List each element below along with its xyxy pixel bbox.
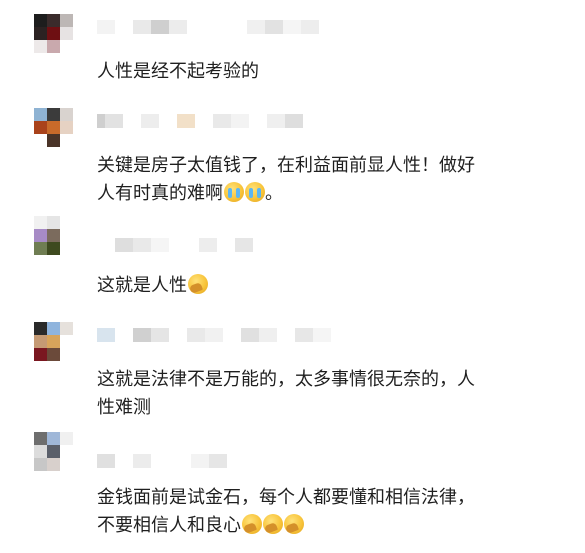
username-redacted[interactable] xyxy=(97,16,319,38)
comment-body: 这就是法律不是万能的，太多事情很无奈的，人 性难测 xyxy=(97,369,475,418)
username-redacted[interactable] xyxy=(97,450,227,472)
comment-body: 关键是房子太值钱了，在利益面前显人性！做好 人有时真的难啊 xyxy=(97,155,475,204)
comment-text: 金钱面前是试金石，每个人都要懂和相信法律， 不要相信人和良心 xyxy=(97,484,557,540)
username-redacted[interactable] xyxy=(97,234,253,256)
comment-body: 人性是经不起考验的 xyxy=(97,61,259,82)
facepalm-icon xyxy=(188,274,208,294)
avatar[interactable] xyxy=(34,322,74,374)
avatar[interactable] xyxy=(34,432,74,484)
avatar[interactable] xyxy=(34,216,74,268)
crying-face-icon xyxy=(224,182,244,202)
comment-text: 这就是法律不是万能的，太多事情很无奈的，人 性难测 xyxy=(97,366,557,422)
comment-text: 这就是人性 xyxy=(97,272,557,300)
facepalm-icon xyxy=(284,514,304,534)
comment-suffix: 。 xyxy=(265,183,283,204)
facepalm-icon xyxy=(242,514,262,534)
crying-face-icon xyxy=(245,182,265,202)
username-redacted[interactable] xyxy=(97,324,331,346)
comment-text: 关键是房子太值钱了，在利益面前显人性！做好 人有时真的难啊。 xyxy=(97,152,557,208)
username-redacted[interactable] xyxy=(97,110,303,132)
comment-text: 人性是经不起考验的 xyxy=(97,58,557,86)
facepalm-icon xyxy=(263,514,283,534)
avatar[interactable] xyxy=(34,14,74,66)
avatar[interactable] xyxy=(34,108,74,160)
comment-body: 这就是人性 xyxy=(97,275,187,296)
comment-list: 人性是经不起考验的 关键是房子太值钱了，在利益面前显人性！做好 人有时真的难啊。… xyxy=(0,0,585,553)
